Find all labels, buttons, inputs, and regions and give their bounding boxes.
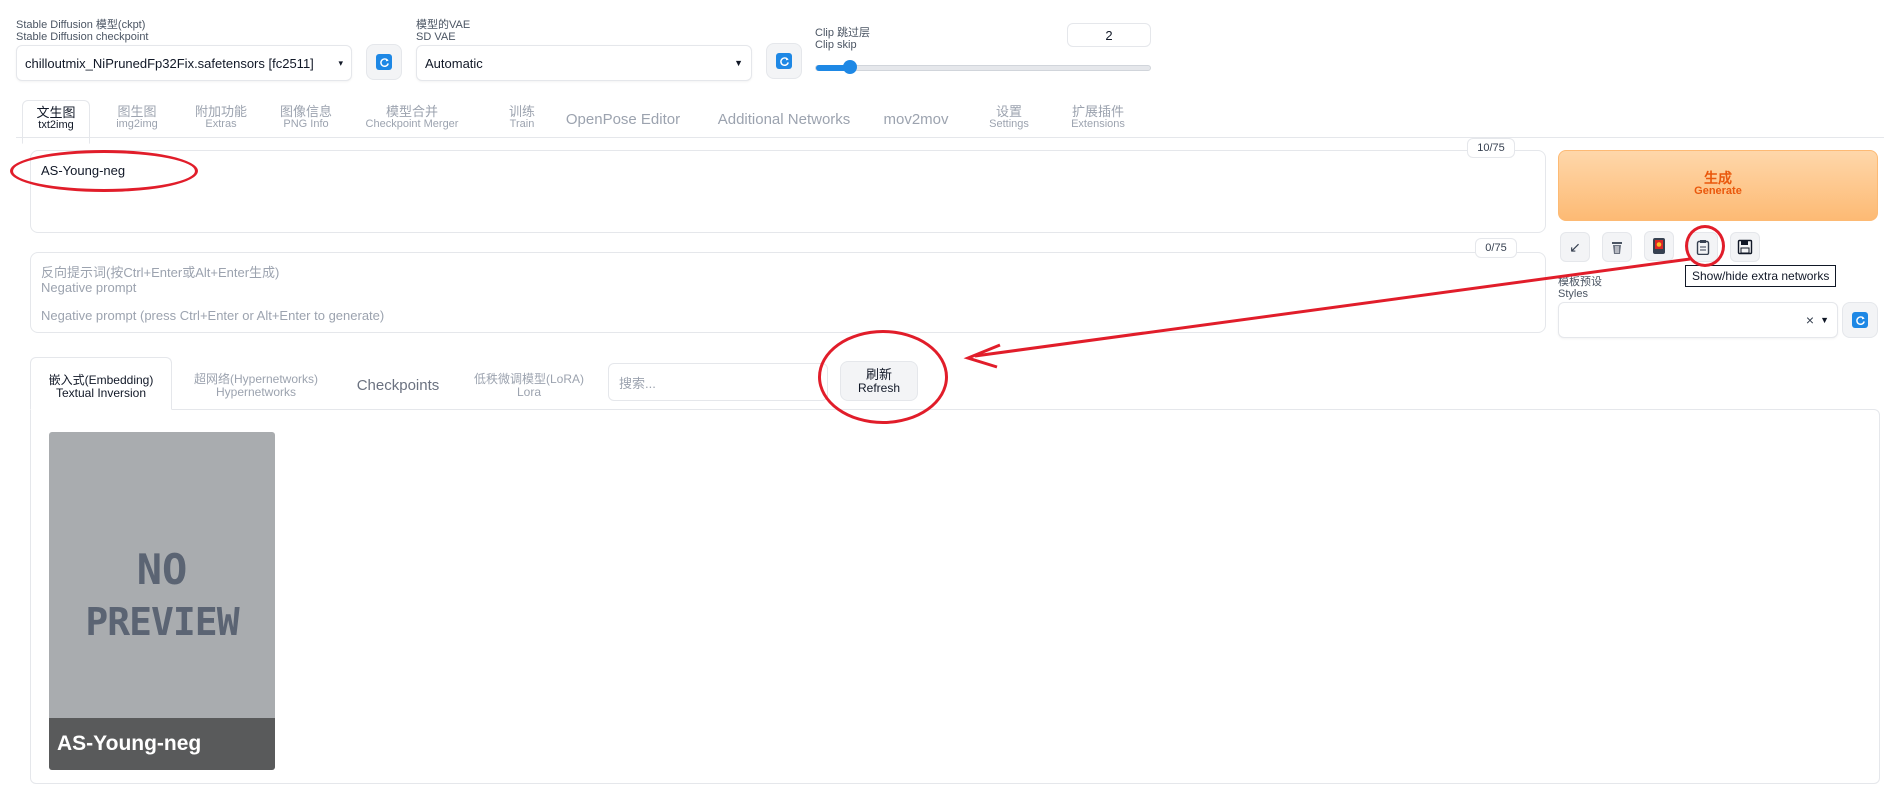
annotation-arrow	[963, 257, 1691, 369]
tab-textual-inversion[interactable]: 嵌入式(Embedding) Textual Inversion	[30, 357, 172, 410]
extra-tab-label-en: Textual Inversion	[55, 386, 147, 400]
